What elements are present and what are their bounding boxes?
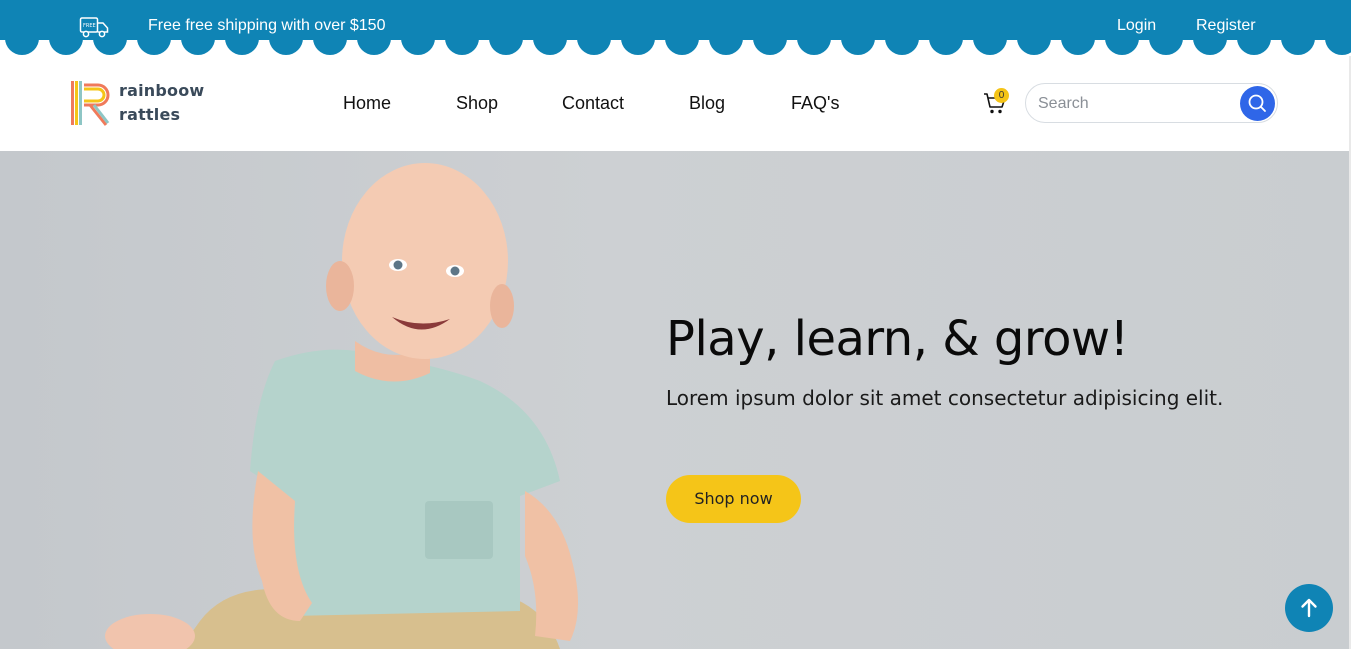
- baby-photo: [105, 163, 579, 649]
- svg-text:FREE: FREE: [83, 23, 96, 29]
- logo-line-1: rainboow: [119, 81, 205, 100]
- nav-blog[interactable]: Blog: [689, 93, 725, 114]
- free-shipping-text: Free free shipping with over $150: [148, 17, 386, 34]
- nav-contact[interactable]: Contact: [562, 93, 624, 114]
- search-button[interactable]: [1240, 86, 1275, 121]
- register-link[interactable]: Register: [1196, 17, 1256, 35]
- hero-banner: Play, learn, & grow! Lorem ipsum dolor s…: [0, 151, 1351, 649]
- main-header: rainboow rattles Home Shop Contact Blog …: [0, 56, 1351, 151]
- search-input[interactable]: [1038, 92, 1228, 116]
- hero-subtitle: Lorem ipsum dolor sit amet consectetur a…: [666, 386, 1224, 410]
- truck-icon: FREE: [79, 17, 109, 38]
- hero-title: Play, learn, & grow!: [666, 311, 1129, 367]
- shop-now-button[interactable]: Shop now: [666, 475, 801, 523]
- scroll-to-top-button[interactable]: [1285, 584, 1333, 632]
- logo-text[interactable]: rainboow rattles: [119, 79, 204, 127]
- logo-line-2: rattles: [119, 105, 181, 124]
- top-bar: FREE Free free shipping with over $150 L…: [0, 0, 1351, 56]
- nav-faqs[interactable]: FAQ's: [791, 93, 839, 114]
- login-link[interactable]: Login: [1117, 17, 1156, 35]
- arrow-up-icon: [1301, 598, 1317, 618]
- search-box: [1025, 83, 1278, 123]
- cart-count-badge: 0: [994, 88, 1009, 103]
- search-icon: [1248, 94, 1266, 112]
- nav-home[interactable]: Home: [343, 93, 391, 114]
- nav-shop[interactable]: Shop: [456, 93, 498, 114]
- logo-icon[interactable]: [68, 79, 112, 127]
